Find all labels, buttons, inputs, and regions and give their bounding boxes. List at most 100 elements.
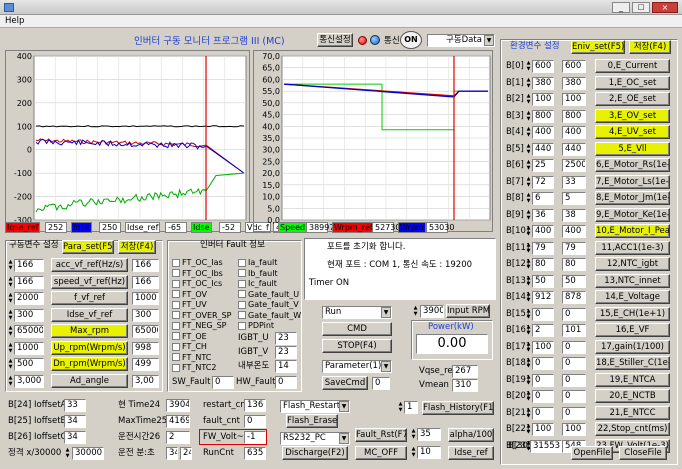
drive-spin[interactable]: ▲ ▼ (8, 309, 13, 322)
minimize-button[interactable]: _ (612, 2, 630, 13)
fault-checkbox[interactable]: Gate_fault_V (238, 300, 299, 309)
env-var-button[interactable]: 7,E_Motor_Ls(1e-6) (595, 174, 670, 189)
env-var-button[interactable]: 0,E_Current (595, 59, 670, 73)
drive-spin[interactable]: ▲ ▼ (8, 276, 13, 289)
drive-var-button[interactable]: f_vf_ref (51, 291, 128, 305)
checkbox-box[interactable] (172, 353, 180, 361)
drive-spin[interactable]: ▲ ▼ (8, 358, 13, 371)
drive-spin[interactable]: ▲ ▼ (8, 342, 13, 355)
env-input[interactable]: 25 (532, 159, 554, 172)
env-var-button[interactable]: 8,E_Motor_Jm(1e-3) (595, 191, 670, 205)
fault-checkbox[interactable]: FT_OC_Ibs (172, 269, 223, 278)
discharge-button[interactable]: Discharge(F2) (282, 446, 348, 460)
env-var-button[interactable]: 18,E_Stiller_C(1e-6) (595, 356, 670, 370)
open-file-button[interactable]: OpenFile (571, 446, 613, 460)
fault-checkbox[interactable]: FT_NTC2 (172, 363, 216, 372)
env-input[interactable]: 50 (532, 274, 554, 288)
checkbox-box[interactable] (238, 300, 246, 309)
drive-save-button[interactable]: 저장(F4) (118, 240, 156, 254)
checkbox-box[interactable] (172, 332, 180, 340)
fault-rst-button[interactable]: Fault_Rst(F7) (355, 428, 407, 442)
mc-off-spin[interactable]: ▲ ▼ (411, 446, 416, 459)
drive-input[interactable]: 1000 (14, 341, 44, 355)
rs232-arrow[interactable]: ▼ (339, 433, 349, 444)
comm-settings-button[interactable]: 통신설정 (317, 33, 353, 47)
checkbox-box[interactable] (172, 363, 180, 372)
env-spin[interactable]: ▲ ▼ (526, 258, 531, 271)
fault-checkbox[interactable]: FT_NTC (172, 353, 211, 362)
checkbox-box[interactable] (238, 279, 246, 288)
checkbox-box[interactable] (172, 321, 180, 330)
close-file-button[interactable]: CloseFile (619, 446, 667, 460)
jeong-value[interactable]: 30000 (72, 447, 104, 460)
mode-dropdown-arrow[interactable]: ▼ (484, 35, 494, 46)
alpha-button[interactable]: alpha/100 (448, 428, 494, 442)
drive-input[interactable]: 166 (14, 259, 44, 272)
drive-input[interactable]: 300 (14, 308, 44, 322)
fault-checkbox[interactable]: Ia_fault (238, 258, 277, 267)
env-var-button[interactable]: 10,E_Motor_I_Peak (595, 224, 670, 238)
comm-toggle[interactable]: ON (400, 31, 422, 49)
para-set-button[interactable]: Para_set(F5) (62, 240, 114, 254)
env-save-button[interactable]: 저장(F4) (629, 40, 671, 54)
env-var-button[interactable]: 14,E_Voltage (595, 290, 670, 304)
env-spin[interactable]: ▲ ▼ (526, 159, 531, 172)
env-var-button[interactable]: 5,E_Vll (595, 141, 670, 156)
checkbox-box[interactable] (238, 290, 246, 298)
env-var-button[interactable]: 16,E_VF (595, 323, 670, 337)
drive-input[interactable]: 65000 (14, 325, 44, 338)
env-input[interactable]: 440 (532, 142, 554, 156)
env-spin[interactable]: ▲ ▼ (526, 126, 531, 139)
env-spin[interactable]: ▲ ▼ (526, 324, 531, 337)
checkbox-box[interactable] (238, 258, 246, 267)
close-button[interactable]: × (652, 2, 678, 13)
fault-checkbox[interactable]: PDPint (238, 321, 274, 330)
env-var-button[interactable]: 12,NTC_igbt (595, 257, 670, 271)
drive-var-button[interactable]: Max_rpm (51, 324, 128, 338)
env-spin[interactable]: ▲ ▼ (526, 407, 531, 420)
env-spin[interactable]: ▲ ▼ (526, 275, 531, 288)
env-spin[interactable]: ▲ ▼ (526, 390, 531, 403)
drive-spin[interactable]: ▲ ▼ (8, 259, 13, 272)
fault-rst-value[interactable]: 35 (417, 428, 441, 441)
drive-input[interactable]: 500 (14, 358, 44, 371)
jeong-spin[interactable]: ▲ ▼ (65, 447, 70, 460)
fault-checkbox[interactable]: FT_OE (172, 332, 207, 341)
checkbox-box[interactable] (238, 311, 246, 319)
fault-checkbox[interactable]: FT_OVER_SP (172, 311, 232, 320)
mc-off-button[interactable]: MC_OFF (355, 446, 407, 460)
env-spin[interactable]: ▲ ▼ (526, 192, 531, 205)
env-var-button[interactable]: 9,E_Motor_Ke(1e-3) (595, 207, 670, 222)
env-var-button[interactable]: 22,Stop_cnt(ms) (595, 422, 670, 436)
checkbox-box[interactable] (238, 321, 246, 330)
checkbox-box[interactable] (172, 279, 180, 288)
flash-hist-value[interactable]: 1 (404, 401, 418, 414)
checkbox-box[interactable] (172, 311, 180, 319)
env-spin[interactable]: ▲ ▼ (526, 225, 531, 238)
drive-input[interactable]: 166 (14, 275, 44, 289)
env-spin[interactable]: ▲ ▼ (526, 110, 531, 123)
env-set-button[interactable]: Eniv_set(F5) (571, 40, 625, 54)
checkbox-box[interactable] (172, 342, 180, 351)
drive-spin[interactable]: ▲ ▼ (8, 325, 13, 338)
idse-ref-button[interactable]: Idse_ref (448, 446, 494, 460)
drive-var-button[interactable]: Up_rpm(Wrpm/s) (51, 340, 128, 355)
fault-checkbox[interactable]: FT_CH (172, 342, 207, 351)
env-input[interactable]: 79 (532, 241, 554, 255)
env-input[interactable]: 912 (532, 291, 554, 304)
env-var-button[interactable]: 2,E_OE_set (595, 92, 670, 106)
env-var-button[interactable]: 4,E_UV_set (595, 125, 670, 139)
env-spin[interactable]: ▲ ▼ (526, 143, 531, 156)
env-input[interactable]: 72 (532, 175, 554, 189)
env-input[interactable]: 0 (532, 307, 554, 321)
env-var-button[interactable]: 19,E_NTCA (595, 372, 670, 387)
env-spin[interactable]: ▲ ▼ (526, 242, 531, 255)
env-spin[interactable]: ▲ ▼ (526, 60, 531, 73)
env-input[interactable]: 0 (532, 390, 554, 403)
flash-hist-spin[interactable]: ▲ ▼ (398, 401, 403, 414)
env-input[interactable]: 800 (532, 109, 554, 123)
env-var-button[interactable]: 11,ACC1(1e-3) (595, 240, 670, 255)
env-var-button[interactable]: 3,E_OV_set (595, 108, 670, 123)
save-cmd-value[interactable]: 0 (372, 377, 390, 390)
env-spin[interactable]: ▲ ▼ (526, 357, 531, 370)
